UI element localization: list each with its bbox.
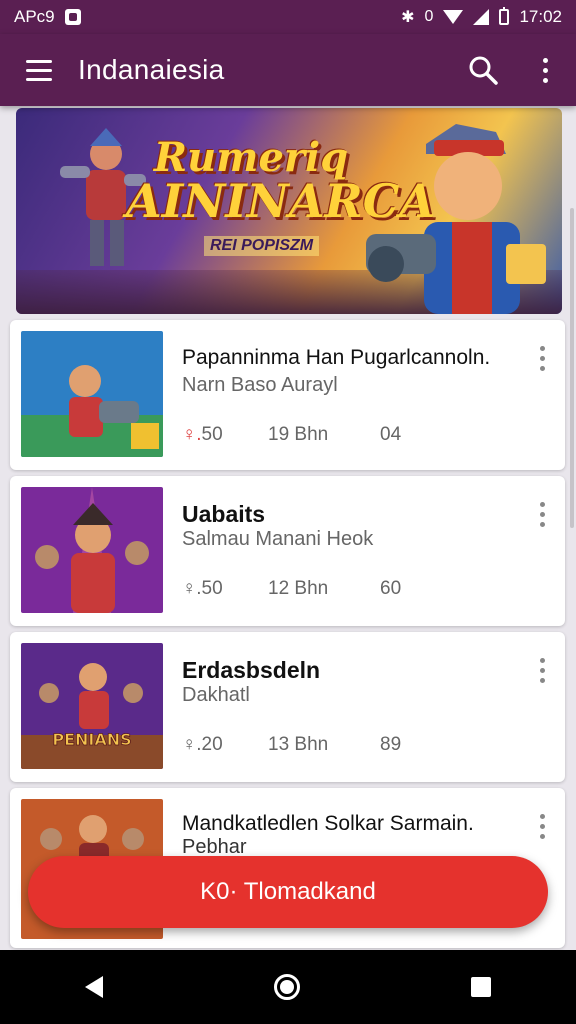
signal-icon (473, 9, 490, 25)
primary-action-button[interactable]: K0· Tlomadkand (28, 856, 548, 928)
item-more-button[interactable] (540, 346, 545, 371)
banner-title-line1: Rumeriq (153, 134, 349, 181)
item-stats: ♀.50 12 Bhn 60 (182, 578, 466, 600)
vibrate-icon: 0 (424, 8, 434, 25)
item-stats: ♀.20 13 Bhn 89 (182, 734, 466, 756)
item-subtitle: Salmau Manani Heok (182, 528, 374, 550)
thumb-label: PENIANS (52, 730, 131, 749)
search-icon (469, 56, 498, 85)
status-left-text: APc9 (14, 7, 55, 26)
item-more-button[interactable] (540, 814, 545, 839)
hero-right-illustration (366, 124, 546, 314)
item-rating: ♀.50 (182, 578, 223, 599)
status-time: 17:02 (519, 7, 562, 26)
item-title: Uabaits (182, 501, 266, 527)
item-rating: ♀.20 (182, 734, 223, 755)
item-thumbnail (21, 487, 163, 613)
item-count: 60 (380, 578, 402, 599)
list-item[interactable]: PENIANS Erdasbsdeln Dakhatl ♀.20 13 Bhn … (10, 632, 565, 782)
item-subtitle: Narn Baso Aurayl (182, 374, 338, 396)
item-title: Mandkatledlen Solkar Sarmain. (182, 812, 474, 835)
item-stats: ♀.50 19 Bhn 04 (182, 424, 466, 446)
item-count: 89 (380, 734, 402, 755)
app-title: Indanaiesia (78, 54, 225, 85)
app-bar: Indanaiesia (0, 34, 576, 106)
home-icon[interactable] (273, 974, 300, 1000)
search-button[interactable] (452, 34, 514, 106)
item-rating: ♀.50 (182, 424, 223, 445)
overflow-menu-button[interactable] (514, 34, 576, 106)
wifi-icon (443, 10, 464, 24)
item-more-button[interactable] (540, 658, 545, 683)
list-item[interactable]: Uabaits Salmau Manani Heok ♀.50 12 Bhn 6… (10, 476, 565, 626)
system-nav-bar (0, 950, 576, 1024)
banner-title: Rumeriq AININARCA (126, 134, 436, 228)
item-size: 13 Bhn (268, 734, 329, 755)
list-item[interactable]: Papanninma Han Pugarlcannoln. Narn Baso … (10, 320, 565, 470)
item-subtitle: Dakhatl (182, 684, 250, 706)
battery-icon (499, 7, 510, 25)
recent-apps-icon[interactable] (470, 977, 491, 997)
item-size: 12 Bhn (268, 578, 329, 599)
item-size: 19 Bhn (268, 424, 329, 445)
item-more-button[interactable] (540, 502, 545, 527)
item-thumbnail (21, 331, 163, 457)
banner-title-line2: AININARCA (126, 174, 436, 228)
back-icon[interactable] (85, 976, 104, 998)
item-title: Erdasbsdeln (182, 657, 321, 683)
item-thumbnail: PENIANS (21, 643, 163, 769)
featured-banner[interactable]: Rumeriq AININARCA REI POPISZM (16, 108, 562, 314)
notification-icon (64, 9, 81, 25)
scrollbar[interactable] (570, 208, 574, 528)
item-count: 04 (380, 424, 402, 445)
item-title: Papanninma Han Pugarlcannoln. (182, 346, 491, 369)
bluetooth-icon: ✱ (401, 9, 415, 26)
banner-subtitle: REI POPISZM (204, 236, 320, 256)
status-bar: APc9 ✱ 0 17:02 (0, 0, 576, 34)
app-screen: APc9 ✱ 0 17:02 Indanaiesia Rumeriq AININ… (0, 0, 576, 1024)
menu-button[interactable] (0, 34, 78, 106)
